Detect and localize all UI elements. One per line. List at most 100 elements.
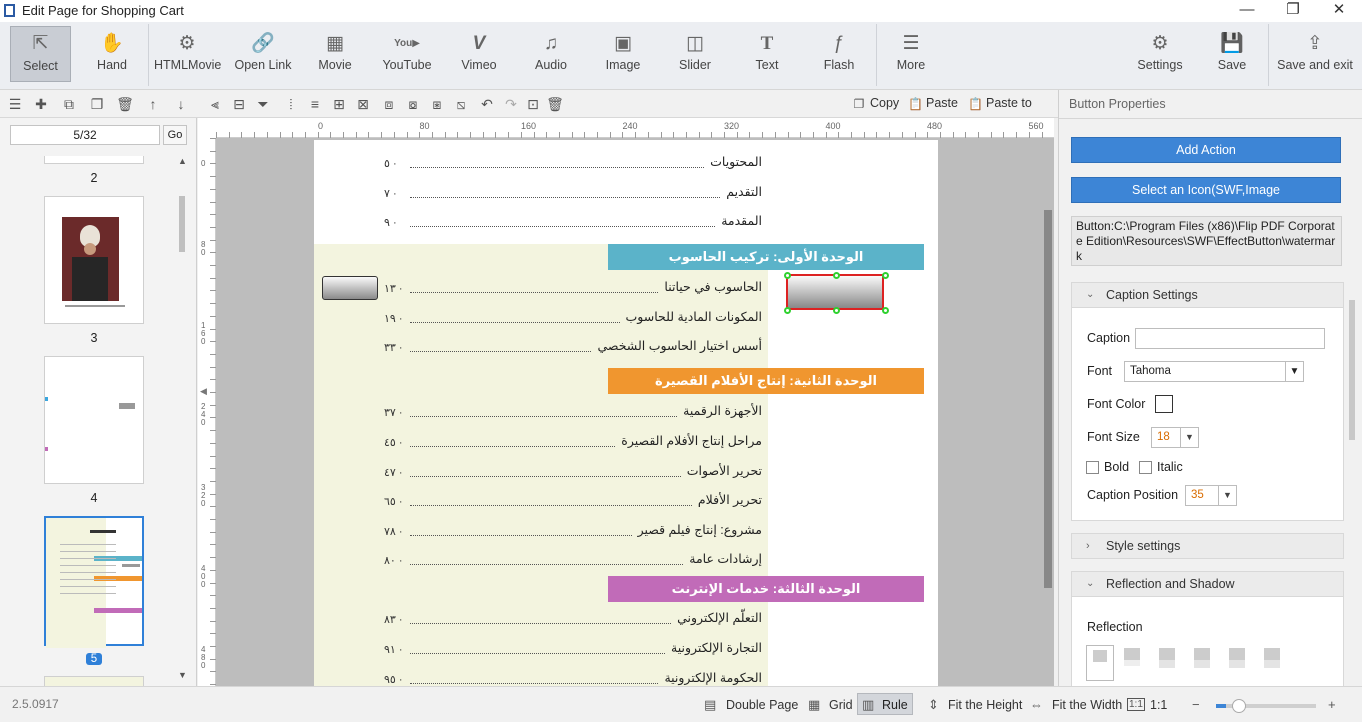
thumbnail-page-6[interactable] xyxy=(44,676,144,686)
page-list-icon[interactable]: ☰ xyxy=(6,94,24,114)
open-link-button[interactable]: 🔗 Open Link xyxy=(230,22,296,88)
actual-size-button[interactable]: 1:1 xyxy=(1150,698,1167,712)
copy-button[interactable]: Copy xyxy=(870,96,899,110)
resize-handle[interactable] xyxy=(882,307,889,314)
insert-pages-icon[interactable]: ⧉ xyxy=(58,94,80,114)
thumbnail-page-2[interactable] xyxy=(44,156,144,164)
style-settings-header[interactable]: › Style settings xyxy=(1071,533,1344,559)
move-up-icon[interactable]: ↑ xyxy=(144,94,162,114)
reflection-option-1[interactable] xyxy=(1124,648,1142,672)
scroll-down-icon[interactable]: ▼ xyxy=(178,670,187,680)
hand-icon: ✋ xyxy=(100,33,124,54)
caption-settings-header[interactable]: ⌄ Caption Settings xyxy=(1071,282,1344,308)
page-number-input[interactable]: 5/32 xyxy=(10,125,160,145)
add-page-icon[interactable]: ✚ xyxy=(32,94,50,114)
more-button[interactable]: ☰ More xyxy=(888,22,934,88)
same-height-icon[interactable]: ⊠ xyxy=(354,94,372,114)
page-canvas[interactable]: 0 80 160 240 320 400 480 560 0 80 160 240 320 400 480… xyxy=(198,118,1054,686)
trash-icon[interactable]: 🗑 xyxy=(546,94,564,114)
youtube-button[interactable]: You▶ YouTube xyxy=(378,22,436,88)
flash-button[interactable]: ƒ Flash xyxy=(816,22,862,88)
movie-button[interactable]: ▦ Movie xyxy=(308,22,362,88)
redo-icon[interactable]: ↷ xyxy=(502,94,520,114)
send-backward-icon[interactable]: ⧆ xyxy=(428,94,446,114)
image-button[interactable]: ▣ Image xyxy=(600,22,646,88)
move-down-icon[interactable]: ↓ xyxy=(172,94,190,114)
select-icon-button[interactable]: Select an Icon(SWF,Image xyxy=(1071,177,1341,203)
paste-button[interactable]: Paste xyxy=(926,96,958,110)
align-center-icon[interactable]: ⊟ xyxy=(230,94,248,114)
properties-scrollbar-thumb[interactable] xyxy=(1349,300,1355,440)
reflection-option-4[interactable] xyxy=(1229,648,1247,672)
font-color-swatch[interactable] xyxy=(1155,395,1173,413)
duplicate-page-icon[interactable]: ❐ xyxy=(88,94,106,114)
grid-button[interactable]: Grid xyxy=(829,698,853,712)
align-bottom-icon[interactable]: ⏷ xyxy=(254,94,272,114)
canvas-scrollbar-thumb[interactable] xyxy=(1044,210,1052,588)
dropdown-arrow-icon[interactable]: ▼ xyxy=(1285,362,1303,381)
zoom-slider-handle[interactable] xyxy=(1232,699,1246,713)
selected-button-element[interactable] xyxy=(786,274,884,310)
fit-width-button[interactable]: Fit the Width xyxy=(1052,698,1122,712)
resize-handle[interactable] xyxy=(833,272,840,279)
reflection-option-3[interactable] xyxy=(1194,648,1212,672)
align-left-icon[interactable]: ⫷ xyxy=(206,94,224,114)
minimize-button[interactable]: — xyxy=(1224,0,1270,22)
bring-forward-icon[interactable]: ⧇ xyxy=(404,94,422,114)
zoom-in-icon[interactable]: + xyxy=(1328,697,1336,712)
properties-icon[interactable]: ⊡ xyxy=(524,94,542,114)
caption-input[interactable] xyxy=(1135,328,1325,349)
dropdown-arrow-icon[interactable]: ▼ xyxy=(1218,486,1236,505)
undo-icon[interactable]: ↶ xyxy=(478,94,496,114)
thumbnail-page-5[interactable] xyxy=(44,516,144,648)
font-size-select[interactable]: 18 ▼ xyxy=(1151,427,1199,448)
save-and-exit-button[interactable]: ⇪ Save and exit xyxy=(1274,22,1356,88)
distribute-vertical-icon[interactable]: ≡ xyxy=(306,94,324,114)
scrollbar-thumb[interactable] xyxy=(179,196,185,252)
reflection-option-2[interactable] xyxy=(1159,648,1177,672)
select-tool-button[interactable]: ⇱ Select xyxy=(10,26,71,82)
restore-button[interactable]: ❐ xyxy=(1270,0,1316,22)
caption-position-select[interactable]: 35 ▼ xyxy=(1185,485,1237,506)
reflection-option-none[interactable] xyxy=(1086,645,1114,681)
double-page-button[interactable]: Double Page xyxy=(726,698,798,712)
text-button[interactable]: T Text xyxy=(746,22,788,88)
dropdown-arrow-icon[interactable]: ▼ xyxy=(1180,428,1198,447)
settings-button[interactable]: ⚙ Settings xyxy=(1132,22,1188,88)
thumbnail-page-3[interactable] xyxy=(44,196,144,324)
distribute-horizontal-icon[interactable]: ⦙ xyxy=(282,94,300,114)
resize-handle[interactable] xyxy=(833,307,840,314)
delete-page-icon[interactable]: 🗑 xyxy=(116,94,134,114)
resize-handle[interactable] xyxy=(784,272,791,279)
slider-button[interactable]: ◫ Slider xyxy=(672,22,718,88)
fit-height-button[interactable]: Fit the Height xyxy=(948,698,1022,712)
thumbnails-scrollbar[interactable]: ▲ ▼ xyxy=(178,156,188,686)
toc-entry-title: المقدمة xyxy=(721,214,762,228)
audio-button[interactable]: ♫ Audio xyxy=(528,22,574,88)
add-action-button[interactable]: Add Action xyxy=(1071,137,1341,163)
collapse-left-icon[interactable]: ◀ xyxy=(200,386,207,397)
reflection-option-5[interactable] xyxy=(1264,648,1282,672)
vimeo-button[interactable]: V Vimeo xyxy=(454,22,504,88)
reflection-shadow-header[interactable]: ⌄ Reflection and Shadow xyxy=(1071,571,1344,597)
same-width-icon[interactable]: ⊞ xyxy=(330,94,348,114)
resize-handle[interactable] xyxy=(784,307,791,314)
rule-button[interactable]: ▥ Rule xyxy=(857,693,913,715)
font-select[interactable]: Tahoma ▼ xyxy=(1124,361,1304,382)
page-button-graphic[interactable] xyxy=(322,276,378,300)
zoom-slider-track[interactable] xyxy=(1216,699,1316,713)
close-button[interactable]: ✕ xyxy=(1316,0,1362,22)
paste-to-button[interactable]: Paste to xyxy=(986,96,1032,110)
resize-handle[interactable] xyxy=(882,272,889,279)
htmlmovie-button[interactable]: ⚙ HTMLMovie xyxy=(154,22,221,88)
go-button[interactable]: Go xyxy=(163,125,187,145)
scroll-up-icon[interactable]: ▲ xyxy=(178,156,187,166)
hand-tool-button[interactable]: ✋ Hand xyxy=(82,22,142,88)
save-button[interactable]: 💾 Save xyxy=(1210,22,1254,88)
thumbnail-page-4[interactable] xyxy=(44,356,144,484)
bring-front-icon[interactable]: ⧈ xyxy=(380,94,398,114)
bold-checkbox[interactable] xyxy=(1086,461,1099,474)
italic-checkbox[interactable] xyxy=(1139,461,1152,474)
zoom-out-icon[interactable]: − xyxy=(1192,697,1200,712)
send-back-icon[interactable]: ⧅ xyxy=(452,94,470,114)
